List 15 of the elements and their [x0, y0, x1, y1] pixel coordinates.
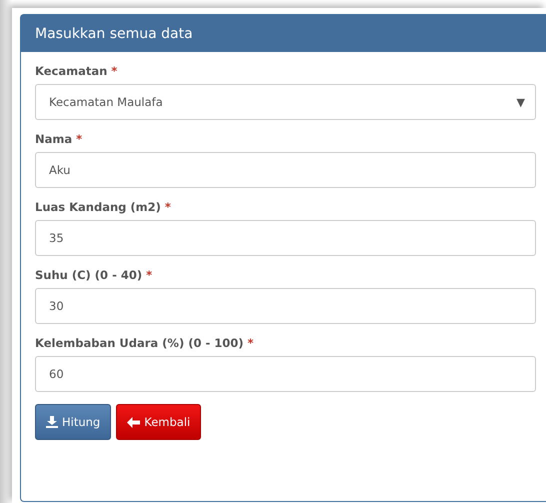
back-button[interactable]: Kembali: [116, 404, 202, 440]
input-field[interactable]: Aku: [35, 152, 536, 188]
calculate-button[interactable]: Hitung: [35, 404, 112, 440]
field-label: Kecamatan *: [35, 64, 118, 78]
select-field[interactable]: Kecamatan Maulafa ▼: [35, 84, 536, 120]
input-field[interactable]: 35: [35, 220, 536, 256]
field-label: Nama *: [35, 132, 84, 146]
field-label: Kelembaban Udara (%) (0 - 100) *: [35, 336, 255, 350]
input-field[interactable]: 30: [35, 288, 536, 324]
arrow-left-icon: [127, 416, 140, 428]
download-icon: [46, 416, 58, 428]
panel-title: Masukkan semua data: [35, 26, 193, 42]
input-field[interactable]: 60: [35, 356, 536, 392]
field-label: Suhu (C) (0 - 40) *: [35, 268, 154, 282]
field-label: Luas Kandang (m2) *: [35, 200, 172, 214]
